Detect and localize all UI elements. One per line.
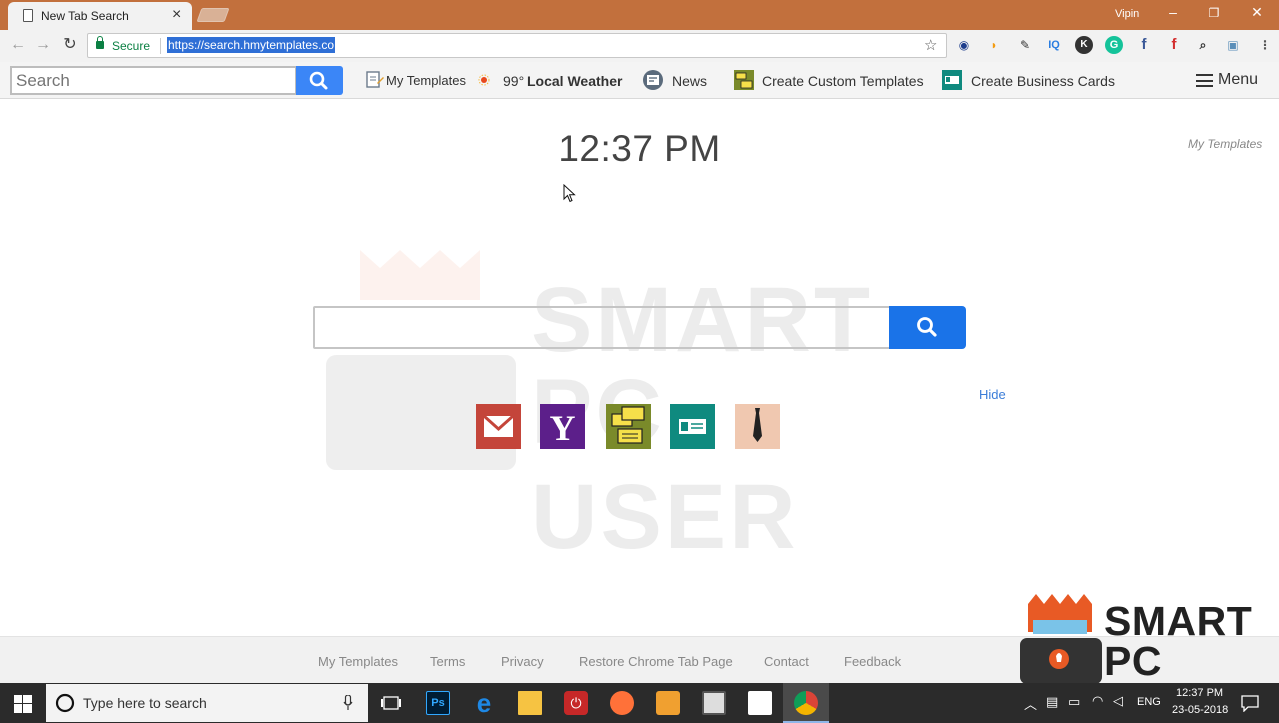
tray-app-icon[interactable]: ▤ bbox=[1046, 694, 1058, 710]
page-toolbar: My Templates 99° Local Weather News Crea… bbox=[0, 62, 1279, 99]
main-search-input[interactable] bbox=[313, 306, 891, 349]
brand-mascot-icon bbox=[1020, 594, 1102, 684]
template-doc-icon bbox=[366, 71, 384, 88]
firefox-icon[interactable] bbox=[610, 691, 634, 715]
hide-tiles-link[interactable]: Hide bbox=[979, 387, 1006, 402]
rss-icon[interactable]: ◗ bbox=[985, 36, 1003, 54]
footer-restore-chrome-tab[interactable]: Restore Chrome Tab Page bbox=[579, 654, 733, 669]
browser-tab[interactable]: New Tab Search × bbox=[8, 2, 192, 30]
main-search-button[interactable] bbox=[889, 306, 966, 349]
new-tab-button[interactable] bbox=[196, 8, 230, 22]
toolbar-create-business-cards[interactable]: Create Business Cards bbox=[971, 73, 1115, 89]
volume-icon[interactable]: ◁ bbox=[1113, 693, 1123, 709]
taskbar-search-placeholder: Type here to search bbox=[83, 695, 207, 711]
notifications-icon[interactable] bbox=[1241, 694, 1259, 712]
tab-title: New Tab Search bbox=[41, 9, 129, 23]
extension-shield-icon[interactable]: ◉ bbox=[955, 36, 973, 54]
browser-titlebar: New Tab Search × Vipin – ❐ ✕ bbox=[0, 0, 1279, 30]
battery-icon[interactable]: ▭ bbox=[1068, 694, 1080, 710]
toolbar-my-templates[interactable]: My Templates bbox=[386, 73, 466, 88]
url-text[interactable]: https://search.hmytemplates.co bbox=[167, 37, 336, 53]
templates-tile-icon[interactable] bbox=[606, 404, 651, 449]
calculator-icon[interactable] bbox=[702, 691, 726, 715]
toolbar-menu[interactable]: Menu bbox=[1218, 71, 1258, 89]
page-icon bbox=[23, 9, 33, 22]
toolbar-search-button[interactable] bbox=[296, 66, 343, 95]
custom-templates-icon bbox=[734, 70, 754, 90]
tray-chevron-icon[interactable]: ︿ bbox=[1024, 694, 1037, 713]
footer-contact[interactable]: Contact bbox=[764, 654, 809, 669]
business-card-icon bbox=[942, 70, 962, 90]
iq-extension-icon[interactable]: IQ bbox=[1045, 36, 1063, 54]
file-explorer-icon[interactable] bbox=[518, 691, 542, 715]
toolbar-weather-temp[interactable]: 99° bbox=[503, 73, 524, 89]
footer-privacy[interactable]: Privacy bbox=[501, 654, 544, 669]
toolbar-create-custom-templates[interactable]: Create Custom Templates bbox=[762, 73, 924, 89]
mouse-cursor-icon bbox=[563, 184, 576, 203]
news-icon bbox=[643, 70, 663, 90]
business-cards-tile-icon[interactable] bbox=[670, 404, 715, 449]
grammarly-icon[interactable]: G bbox=[1105, 36, 1123, 54]
profile-name[interactable]: Vipin bbox=[1115, 8, 1139, 20]
screenshot-icon[interactable]: ▣ bbox=[1224, 36, 1242, 54]
eyedropper-icon[interactable]: ✎ bbox=[1016, 36, 1034, 54]
taskbar-date[interactable]: 23-05-2018 bbox=[1172, 704, 1228, 716]
secure-label: Secure bbox=[112, 39, 151, 53]
k-extension-icon[interactable]: K bbox=[1075, 36, 1093, 54]
footer-feedback[interactable]: Feedback bbox=[844, 654, 901, 669]
gmail-tile-icon[interactable] bbox=[476, 404, 521, 449]
address-bar[interactable]: Secure https://search.hmytemplates.co ☆ bbox=[87, 33, 947, 58]
tab-close-icon[interactable]: × bbox=[172, 6, 181, 24]
clock-display: 12:37 PM bbox=[558, 128, 721, 169]
bookmark-star-icon[interactable]: ☆ bbox=[924, 36, 937, 54]
toolbar-search-input[interactable] bbox=[10, 66, 297, 95]
task-view-icon[interactable] bbox=[381, 695, 401, 711]
footer-terms[interactable]: Terms bbox=[430, 654, 465, 669]
microphone-icon[interactable] bbox=[343, 695, 353, 711]
chrome-icon bbox=[794, 691, 818, 715]
toolbar-news[interactable]: News bbox=[672, 73, 707, 89]
sticky-notes-icon[interactable] bbox=[748, 691, 772, 715]
search-icon bbox=[917, 317, 937, 337]
language-indicator[interactable]: ENG bbox=[1137, 696, 1161, 708]
cortana-icon bbox=[55, 693, 75, 713]
taskbar-search-box[interactable]: Type here to search bbox=[46, 684, 368, 722]
media-player-icon[interactable] bbox=[656, 691, 680, 715]
photoshop-icon[interactable]: Ps bbox=[426, 691, 450, 715]
forward-icon[interactable]: → bbox=[33, 36, 53, 54]
wifi-icon[interactable]: ◠ bbox=[1092, 693, 1103, 709]
taskbar-time[interactable]: 12:37 PM bbox=[1176, 687, 1223, 699]
hamburger-icon[interactable] bbox=[1196, 74, 1213, 87]
divider bbox=[160, 38, 161, 54]
my-templates-link[interactable]: My Templates bbox=[1188, 137, 1262, 151]
search-icon bbox=[309, 71, 328, 90]
footer-my-templates[interactable]: My Templates bbox=[318, 654, 398, 669]
reload-icon[interactable]: ↻ bbox=[60, 36, 80, 54]
chrome-taskbar-button[interactable] bbox=[783, 683, 829, 723]
facebook-icon[interactable]: f bbox=[1135, 36, 1153, 54]
windows-taskbar: Type here to search Ps e ⏻ ︿ ▤ ▭ ◠ ◁ ENG… bbox=[0, 683, 1279, 723]
lock-icon bbox=[96, 36, 104, 49]
facebook-red-icon[interactable]: f bbox=[1165, 36, 1183, 54]
chrome-menu-icon[interactable]: ⋮ bbox=[1256, 36, 1274, 54]
restore-icon[interactable]: ❐ bbox=[1199, 6, 1229, 20]
windows-start-icon[interactable] bbox=[14, 695, 32, 713]
smartpcuser-logo: SMART PC USER bbox=[1017, 592, 1279, 723]
yahoo-tile-icon[interactable]: Y bbox=[540, 404, 585, 449]
tie-tile-icon[interactable] bbox=[735, 404, 780, 449]
browser-navbar: ← → ↻ Secure https://search.hmytemplates… bbox=[0, 30, 1279, 62]
power-app-icon[interactable]: ⏻ bbox=[564, 691, 588, 715]
weather-sun-icon bbox=[478, 74, 490, 86]
magnifier-icon[interactable]: ⌕ bbox=[1194, 36, 1212, 54]
toolbar-weather-label[interactable]: Local Weather bbox=[527, 73, 622, 89]
back-icon[interactable]: ← bbox=[8, 36, 28, 54]
edge-icon[interactable]: e bbox=[472, 690, 496, 716]
svg-text:Y: Y bbox=[550, 408, 576, 448]
minimize-icon[interactable]: – bbox=[1158, 4, 1188, 20]
close-window-icon[interactable]: ✕ bbox=[1242, 4, 1272, 21]
